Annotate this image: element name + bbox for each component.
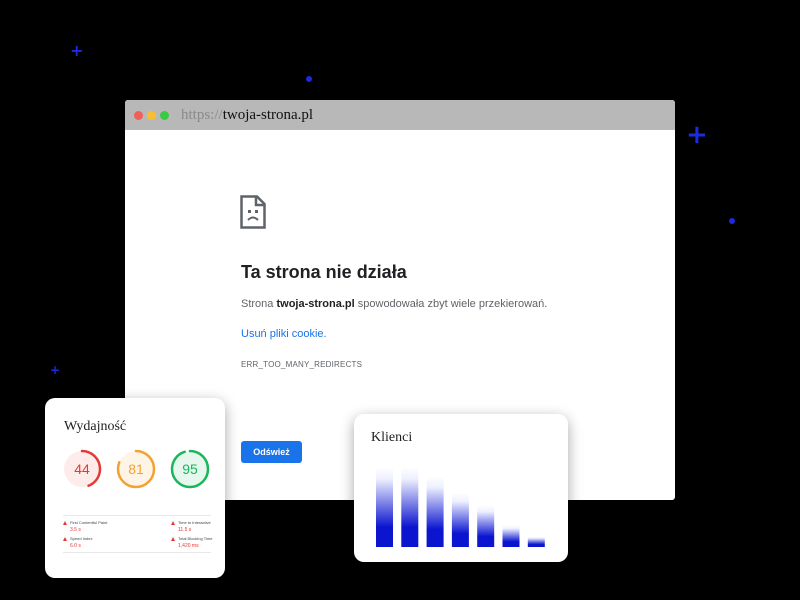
- maximize-window-button[interactable]: [160, 110, 169, 120]
- warning-triangle-icon: [171, 520, 175, 525]
- metric-value: 1,420 ms: [178, 543, 199, 549]
- error-desc-prefix: Strona: [241, 298, 277, 310]
- chart-bar: [401, 467, 419, 547]
- url-protocol: https://: [181, 106, 223, 123]
- metric-value: 3.5 s: [70, 527, 81, 533]
- metric-item: Time to Interactive 11.5 s: [171, 520, 241, 533]
- warning-triangle-icon: [171, 536, 175, 541]
- metric-item: Speed Index 6.0 s: [63, 536, 133, 549]
- warning-triangle-icon: [63, 520, 67, 525]
- error-desc-host: twoja-strona.pl: [276, 298, 355, 310]
- performance-title: Wydajność: [64, 419, 127, 434]
- score-value: 95: [182, 461, 198, 477]
- plus-decoration: +: [50, 363, 61, 377]
- close-window-button[interactable]: [134, 110, 143, 120]
- metric-label: Time to Interactive: [178, 520, 211, 525]
- metric-label: Total Blocking Time: [178, 536, 213, 541]
- sad-document-icon: [240, 195, 266, 229]
- metric-item: First Contentful Paint 3.5 s: [63, 520, 133, 533]
- url-host: twoja-strona.pl: [222, 106, 314, 123]
- plus-decoration: +: [686, 120, 708, 150]
- metric-value: 11.5 s: [178, 527, 192, 533]
- metric-label: First Contentful Paint: [70, 520, 108, 525]
- score-gauge: 81: [116, 449, 156, 489]
- chart-bar: [527, 536, 545, 547]
- dot-decoration: [729, 218, 735, 224]
- metric-item: Total Blocking Time 1,420 ms: [171, 536, 241, 549]
- dot-decoration: [306, 76, 312, 82]
- chart-bar: [477, 505, 495, 547]
- chart-bar: [426, 476, 444, 547]
- browser-titlebar: https://twoja-strona.pl: [125, 100, 675, 130]
- metric-label: Speed Index: [70, 536, 93, 541]
- clients-card: Klienci: [354, 414, 568, 562]
- chart-bar: [451, 493, 469, 547]
- score-gauge: 95: [170, 449, 210, 489]
- metrics-list: First Contentful Paint 3.5 s Time to Int…: [63, 515, 212, 553]
- warning-triangle-icon: [63, 536, 67, 541]
- performance-card: Wydajność 44 81 95 First Contentful Paint …: [45, 398, 225, 578]
- clear-cookies-link[interactable]: Usuń pliki cookie.: [241, 328, 327, 340]
- chart-bar: [376, 467, 393, 547]
- score-value: 81: [128, 461, 144, 477]
- error-title: Ta strona nie działa: [241, 262, 407, 282]
- error-code: ERR_TOO_MANY_REDIRECTS: [241, 360, 363, 369]
- plus-decoration: +: [70, 41, 84, 60]
- metric-value: 6.0 s: [70, 543, 81, 549]
- reload-button[interactable]: Odśwież: [241, 441, 302, 463]
- address-bar[interactable]: https://twoja-strona.pl: [181, 107, 313, 124]
- error-desc-suffix: spowodowała zbyt wiele przekierowań.: [354, 298, 548, 310]
- minimize-window-button[interactable]: [147, 110, 156, 120]
- chart-bar: [502, 525, 520, 547]
- score-gauge: 44: [62, 449, 102, 489]
- clients-bar-chart: [376, 467, 545, 547]
- score-value: 44: [74, 461, 90, 477]
- error-description: Strona twoja-strona.pl spowodowała zbyt …: [241, 298, 547, 310]
